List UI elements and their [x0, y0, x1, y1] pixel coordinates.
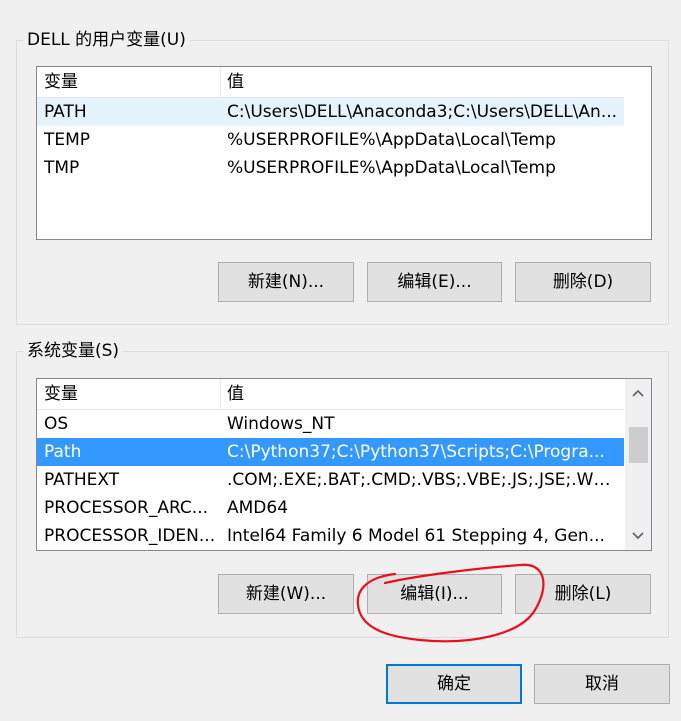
- chevron-down-icon[interactable]: [625, 526, 651, 548]
- column-divider[interactable]: [220, 379, 221, 409]
- variable-name: PATHEXT: [44, 470, 120, 490]
- variable-value: .COM;.EXE;.BAT;.CMD;.VBS;.VBE;.JS;.JSE;.…: [227, 470, 621, 490]
- user-edit-button[interactable]: 编辑(E)...: [367, 262, 502, 302]
- user-new-button[interactable]: 新建(N)...: [218, 262, 354, 302]
- column-divider[interactable]: [220, 67, 221, 97]
- table-row[interactable]: PATHEXT .COM;.EXE;.BAT;.CMD;.VBS;.VBE;.J…: [37, 466, 624, 494]
- user-variables-title: DELL 的用户变量(U): [23, 29, 190, 51]
- column-header-value[interactable]: 值: [227, 71, 244, 93]
- column-header-variable[interactable]: 变量: [44, 383, 78, 405]
- table-row[interactable]: PROCESSOR_ARC... AMD64: [37, 494, 624, 522]
- column-header-value[interactable]: 值: [227, 383, 244, 405]
- variable-value: %USERPROFILE%\AppData\Local\Temp: [227, 130, 556, 150]
- variable-name: OS: [44, 414, 69, 434]
- list-header: 变量 值: [37, 67, 624, 98]
- variable-name: Path: [44, 442, 82, 462]
- table-row[interactable]: OS Windows_NT: [37, 410, 624, 438]
- variable-name: TEMP: [44, 130, 91, 150]
- variable-name: PATH: [44, 102, 87, 122]
- cancel-button[interactable]: 取消: [534, 664, 670, 704]
- scrollbar-thumb[interactable]: [629, 427, 648, 463]
- table-row-selected[interactable]: Path C:\Python37;C:\Python37\Scripts;C:\…: [37, 438, 624, 466]
- table-row[interactable]: TEMP %USERPROFILE%\AppData\Local\Temp: [37, 126, 624, 154]
- column-header-variable[interactable]: 变量: [44, 71, 78, 93]
- table-row[interactable]: PATH C:\Users\DELL\Anaconda3;C:\Users\DE…: [37, 98, 624, 126]
- system-new-button[interactable]: 新建(W)...: [218, 574, 354, 614]
- table-row[interactable]: PROCESSOR_IDEN... Intel64 Family 6 Model…: [37, 522, 624, 550]
- variable-value: AMD64: [227, 498, 289, 518]
- user-variables-list[interactable]: 变量 值 PATH C:\Users\DELL\Anaconda3;C:\Use…: [36, 66, 652, 240]
- user-delete-button[interactable]: 删除(D): [515, 262, 651, 302]
- variable-value: %USERPROFILE%\AppData\Local\Temp: [227, 158, 556, 178]
- variable-name: PROCESSOR_IDEN...: [44, 526, 216, 546]
- system-delete-button[interactable]: 删除(L): [515, 574, 651, 614]
- system-variables-title: 系统变量(S): [23, 340, 124, 362]
- variable-value: C:\Python37;C:\Python37\Scripts;C:\Progr…: [227, 442, 605, 462]
- table-row[interactable]: TMP %USERPROFILE%\AppData\Local\Temp: [37, 154, 624, 182]
- variable-value: C:\Users\DELL\Anaconda3;C:\Users\DELL\An…: [227, 102, 618, 122]
- variable-value: Intel64 Family 6 Model 61 Stepping 4, Ge…: [227, 526, 605, 546]
- ok-button[interactable]: 确定: [386, 664, 522, 704]
- variable-name: PROCESSOR_ARC...: [44, 498, 209, 518]
- vertical-scrollbar[interactable]: [625, 379, 651, 550]
- variable-name: TMP: [44, 158, 80, 178]
- system-variables-list[interactable]: 变量 值 OS Windows_NT Path C:\Python37;C:\P…: [36, 378, 652, 551]
- list-header: 变量 值: [37, 379, 624, 410]
- variable-value: Windows_NT: [227, 414, 335, 434]
- chevron-up-icon[interactable]: [625, 383, 651, 405]
- system-edit-button[interactable]: 编辑(I)...: [367, 574, 502, 614]
